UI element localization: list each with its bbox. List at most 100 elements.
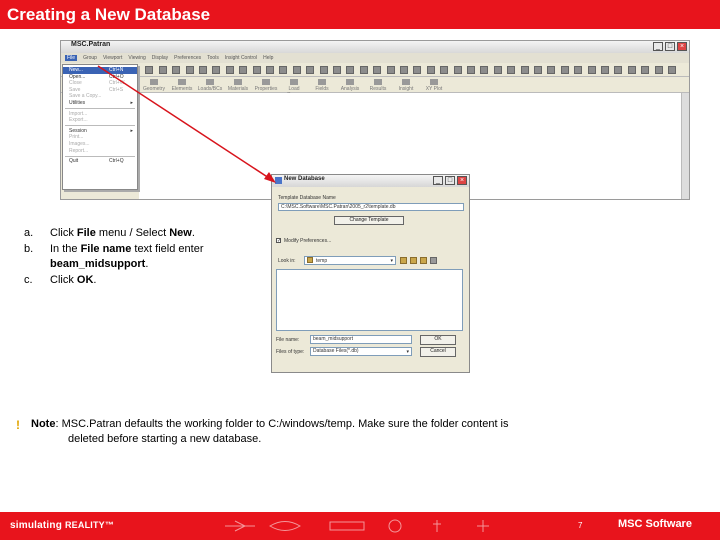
toolbar-button-icon[interactable] xyxy=(560,66,569,74)
toolbar-button-icon[interactable] xyxy=(359,66,368,74)
app-geometry[interactable]: Geometry xyxy=(141,79,167,92)
menu-group[interactable]: Group xyxy=(83,55,97,61)
close-button[interactable]: × xyxy=(677,42,687,51)
toolbar-button-icon[interactable] xyxy=(239,66,248,74)
app-elements[interactable]: Elements xyxy=(169,79,195,92)
toolbar-button-icon[interactable] xyxy=(145,66,154,74)
file-menu-save[interactable]: Save Ctrl+S xyxy=(63,87,137,94)
file-menu-close[interactable]: Close Ctrl+W xyxy=(63,80,137,87)
file-menu-report-label: Report... xyxy=(69,147,89,154)
maximize-button[interactable]: □ xyxy=(665,42,675,51)
toolbar-button-icon[interactable] xyxy=(333,66,341,74)
menu-file[interactable]: File xyxy=(65,55,78,61)
step-bold: beam_midsupport xyxy=(50,258,146,270)
menu-display[interactable]: Display xyxy=(152,55,168,61)
file-menu-open[interactable]: Open... Ctrl+O xyxy=(63,74,137,81)
toolbar-button-icon[interactable] xyxy=(158,66,167,74)
view-menu-icon[interactable] xyxy=(430,257,437,264)
toolbar-button-icon[interactable] xyxy=(386,66,395,74)
new-folder-icon[interactable] xyxy=(420,257,427,264)
toolbar-button-icon[interactable] xyxy=(279,66,288,74)
up-folder-icon[interactable] xyxy=(410,257,417,264)
menu-viewing[interactable]: Viewing xyxy=(128,55,145,61)
file-menu-print[interactable]: Print... xyxy=(63,134,137,141)
toolbar-button-icon[interactable] xyxy=(400,66,408,74)
toolbar-button-icon[interactable] xyxy=(440,66,449,74)
file-menu-save-copy[interactable]: Save a Copy... xyxy=(63,93,137,100)
file-menu-report[interactable]: Report... xyxy=(63,148,137,155)
toolbar-button-icon[interactable] xyxy=(252,66,261,74)
menu-viewport[interactable]: Viewport xyxy=(103,55,122,61)
toolbar-button-icon[interactable] xyxy=(507,66,516,74)
dialog-close-button[interactable]: × xyxy=(457,176,467,185)
back-folder-icon[interactable] xyxy=(400,257,407,264)
look-in-select[interactable]: temp ▾ xyxy=(304,256,396,265)
cancel-button[interactable]: Cancel xyxy=(420,347,456,357)
files-of-type-select[interactable]: Database Files(*.db) ▾ xyxy=(310,347,412,356)
file-menu-session[interactable]: Session ▸ xyxy=(63,128,137,135)
file-name-label: File name: xyxy=(276,337,300,343)
menu-help[interactable]: Help xyxy=(263,55,273,61)
app-analysis[interactable]: Analysis xyxy=(337,79,363,92)
file-menu-new[interactable]: New... Ctrl+N xyxy=(63,67,137,74)
change-template-button[interactable]: Change Template xyxy=(334,216,404,225)
toolbar-button-icon[interactable] xyxy=(225,66,234,74)
app-xy-plot[interactable]: XY Plot xyxy=(421,79,447,92)
toolbar-button-icon[interactable] xyxy=(453,66,462,74)
app-properties[interactable]: Properties xyxy=(253,79,279,92)
toolbar-button-icon[interactable] xyxy=(668,66,676,74)
modify-preferences-checkbox[interactable]: ✓ xyxy=(276,238,281,244)
toolbar-button-icon[interactable] xyxy=(654,66,663,74)
toolbar-button-icon[interactable] xyxy=(601,66,609,74)
menu-preferences[interactable]: Preferences xyxy=(174,55,201,61)
patran-scrollbar[interactable] xyxy=(681,93,689,199)
file-browser-list[interactable] xyxy=(276,269,463,331)
chevron-right-icon: ▸ xyxy=(130,127,133,134)
toolbar-button-icon[interactable] xyxy=(467,66,475,74)
toolbar-button-icon[interactable] xyxy=(426,66,435,74)
app-fields[interactable]: Fields xyxy=(309,79,335,92)
toolbar-button-icon[interactable] xyxy=(520,66,529,74)
app-insight[interactable]: Insight xyxy=(393,79,419,92)
toolbar-button-icon[interactable] xyxy=(413,66,422,74)
toolbar-button-icon[interactable] xyxy=(319,66,328,74)
toolbar-button-icon[interactable] xyxy=(306,66,315,74)
toolbar-button-icon[interactable] xyxy=(373,66,382,74)
toolbar-button-icon[interactable] xyxy=(185,66,194,74)
toolbar-button-icon[interactable] xyxy=(547,66,556,74)
page-number: 7 xyxy=(578,521,583,530)
ok-button[interactable]: OK xyxy=(420,335,456,345)
dialog-minimize-button[interactable]: _ xyxy=(433,176,443,185)
app-materials[interactable]: Materials xyxy=(225,79,251,92)
file-menu-export[interactable]: Export... xyxy=(63,117,137,124)
toolbar-button-icon[interactable] xyxy=(480,66,489,74)
file-name-input[interactable]: beam_midsupport xyxy=(310,335,412,344)
menu-tools[interactable]: Tools xyxy=(207,55,219,61)
file-menu-import[interactable]: Import... xyxy=(63,111,137,118)
app-loads-bcs[interactable]: Loads/BCs xyxy=(197,79,223,92)
dialog-maximize-button[interactable]: □ xyxy=(445,176,455,185)
template-path-field[interactable]: C:\MSC.Software\MSC.Patran\2005_r2\templ… xyxy=(278,203,464,211)
menu-insight-control[interactable]: Insight Control xyxy=(225,55,257,61)
toolbar-button-icon[interactable] xyxy=(266,66,274,74)
file-menu-quit[interactable]: Quit Ctrl+Q xyxy=(63,158,137,165)
toolbar-button-icon[interactable] xyxy=(534,66,542,74)
toolbar-button-icon[interactable] xyxy=(587,66,596,74)
file-menu-utilities[interactable]: Utilities ▸ xyxy=(63,100,137,107)
toolbar-button-icon[interactable] xyxy=(574,66,583,74)
toolbar-button-icon[interactable] xyxy=(346,66,355,74)
file-menu-save-label: Save xyxy=(69,86,81,93)
toolbar-button-icon[interactable] xyxy=(641,66,650,74)
file-menu-images[interactable]: Images... xyxy=(63,141,137,148)
toolbar-button-icon[interactable] xyxy=(199,66,207,74)
toolbar-button-icon[interactable] xyxy=(292,66,301,74)
toolbar-button-icon[interactable] xyxy=(212,66,221,74)
app-results[interactable]: Results xyxy=(365,79,391,92)
toolbar-button-icon[interactable] xyxy=(627,66,636,74)
msc-software-logo: MSC Software xyxy=(618,518,692,530)
toolbar-button-icon[interactable] xyxy=(493,66,502,74)
toolbar-button-icon[interactable] xyxy=(614,66,623,74)
minimize-button[interactable]: _ xyxy=(653,42,663,51)
toolbar-button-icon[interactable] xyxy=(172,66,181,74)
footer-brand: simulating REALITY™ xyxy=(10,520,114,531)
